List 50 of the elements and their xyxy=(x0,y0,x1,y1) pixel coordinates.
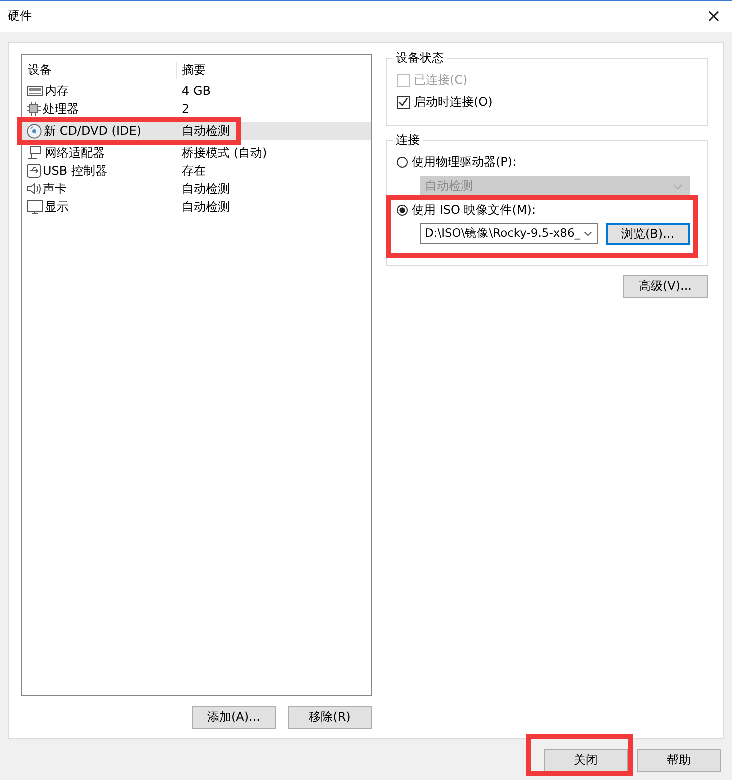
browse-button[interactable]: 浏览(B)... xyxy=(606,223,690,245)
device-summary: 自动检测 xyxy=(181,122,230,140)
group-title: 连接 xyxy=(393,132,423,149)
advanced-button[interactable]: 高级(V)... xyxy=(623,275,708,298)
column-header[interactable]: 摘要 xyxy=(177,62,206,78)
chevron-down-icon xyxy=(673,184,683,190)
checkbox[interactable] xyxy=(397,96,410,108)
radio-label: 使用物理驱动器(P): xyxy=(412,154,517,170)
memory-icon xyxy=(27,85,43,97)
list-button[interactable]: 添加(A)... xyxy=(192,706,276,729)
chip-icon xyxy=(27,102,41,116)
device-name: USB 控制器 xyxy=(43,162,108,180)
chevron-down-icon xyxy=(584,230,592,236)
list-button[interactable]: 移除(R) xyxy=(288,706,372,729)
device-name: 网络适配器 xyxy=(45,144,105,162)
device-summary: 4 GB xyxy=(181,84,211,98)
device-name: 声卡 xyxy=(43,180,67,198)
disc-icon xyxy=(27,124,42,138)
speaker-icon xyxy=(27,182,41,196)
radio-label: 使用 ISO 映像文件(M): xyxy=(412,202,536,218)
device-row[interactable]: 声卡 自动检测 xyxy=(22,180,371,198)
iso-path-combo[interactable]: D:\ISO\镜像\Rocky-9.5-x86_ xyxy=(420,223,598,244)
footer-button[interactable]: 关闭 xyxy=(544,749,628,772)
check-icon xyxy=(398,96,409,108)
footer-button[interactable]: 帮助 xyxy=(637,749,721,772)
device-row[interactable]: 内存 4 GB xyxy=(22,82,371,100)
device-summary: 2 xyxy=(181,102,190,116)
device-name: 显示 xyxy=(45,198,69,216)
device-summary: 自动检测 xyxy=(181,198,230,216)
monitor-icon xyxy=(27,200,43,214)
device-summary: 自动检测 xyxy=(181,180,230,198)
device-row[interactable]: 网络适配器 桥接模式 (自动) xyxy=(22,144,371,162)
checkbox-label: 已连接(C) xyxy=(414,72,468,88)
usb-icon xyxy=(27,164,41,178)
device-name: 处理器 xyxy=(43,100,79,118)
close-button[interactable]: × xyxy=(696,2,732,32)
group-title: 设备状态 xyxy=(393,50,447,67)
radio-button[interactable] xyxy=(397,204,408,216)
device-row[interactable]: 处理器 2 xyxy=(22,100,371,118)
device-row[interactable]: 新 CD/DVD (IDE) 自动检测 xyxy=(22,122,371,140)
device-row[interactable]: 显示 自动检测 xyxy=(22,198,371,216)
device-row[interactable]: USB 控制器 存在 xyxy=(22,162,371,180)
device-name: 新 CD/DVD (IDE) xyxy=(44,122,142,140)
device-name: 内存 xyxy=(45,82,69,100)
network-icon xyxy=(27,146,43,160)
device-summary: 桥接模式 (自动) xyxy=(181,144,268,162)
window-title: 硬件 xyxy=(8,8,32,25)
column-header[interactable]: 设备 xyxy=(22,62,177,78)
device-summary: 存在 xyxy=(181,162,206,180)
checkbox-label: 启动时连接(O) xyxy=(414,94,493,110)
